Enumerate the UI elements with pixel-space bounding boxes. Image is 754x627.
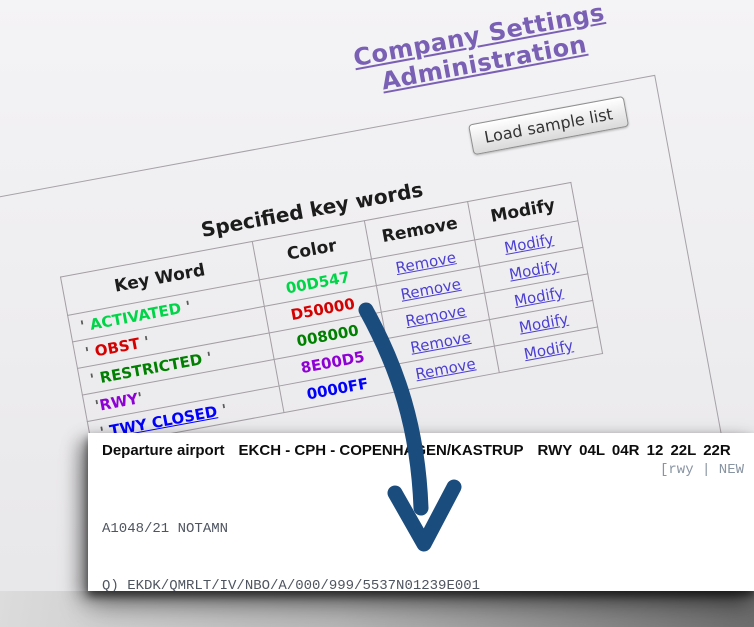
departure-airport-label: Departure airport xyxy=(102,442,225,459)
quote: ' xyxy=(137,332,151,353)
notam-preview-panel: Departure airport EKCH - CPH - COPENHAGE… xyxy=(88,433,754,591)
remove-link[interactable]: Remove xyxy=(414,355,477,384)
notam-filter-tag: [rwy | NEW xyxy=(659,462,744,478)
quote: ' xyxy=(179,297,193,317)
keyword-text: OBST xyxy=(93,334,142,361)
keyword-text: RWY xyxy=(98,389,140,415)
background-shading xyxy=(0,591,754,627)
load-sample-list-button[interactable]: Load sample list xyxy=(467,95,630,156)
notam-line: A1048/21 NOTAMN xyxy=(102,521,229,537)
notam-header-line: Departure airport EKCH - CPH - COPENHAGE… xyxy=(102,442,744,459)
keywords-table: Key Word Color Remove Modify ' ACTIVATED… xyxy=(60,182,603,449)
airport-name: EKCH - CPH - COPENHAGEN/KASTRUP xyxy=(238,442,524,459)
quote: ' xyxy=(215,400,229,421)
modify-link[interactable]: Modify xyxy=(522,336,574,363)
notam-line: Q) EKDK/QMRLT/IV/NBO/A/000/999/5537N0123… xyxy=(102,578,481,591)
notam-text: A1048/21 NOTAMN Q) EKDK/QMRLT/IV/NBO/A/0… xyxy=(102,482,744,591)
company-settings-admin-link[interactable]: Company Settings Administration xyxy=(351,0,607,95)
runway-list: RWY 04L 04R 12 22L 22R xyxy=(537,442,731,459)
quote: ' xyxy=(200,348,214,368)
